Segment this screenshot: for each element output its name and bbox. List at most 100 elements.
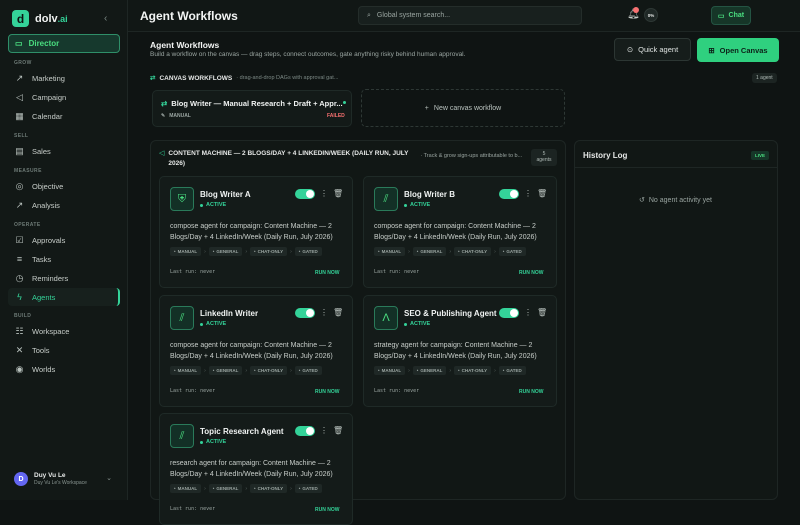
- tag: • GATED: [498, 366, 526, 375]
- agent-name: SEO & Publishing Agent: [404, 309, 497, 318]
- open-canvas-button[interactable]: ⊞ Open Canvas: [697, 38, 779, 62]
- sidebar-item-agents[interactable]: ϟ Agents: [8, 288, 120, 306]
- sidebar-item-workspace[interactable]: ☷ Workspace: [8, 322, 120, 340]
- last-run: Last run: never: [170, 388, 216, 394]
- sidebar-item-label: Tools: [32, 345, 50, 355]
- section-grow: GROW: [14, 60, 32, 66]
- trash-icon[interactable]: 🗑︎: [537, 308, 547, 317]
- active-toggle[interactable]: [499, 308, 519, 318]
- logo-tld: .ai: [57, 13, 68, 24]
- trash-icon[interactable]: 🗑︎: [537, 189, 547, 198]
- tag-icon: •: [212, 249, 215, 254]
- more-icon[interactable]: ⋮: [524, 308, 532, 317]
- tag: • MANUAL: [374, 366, 406, 375]
- sidebar-item-reminders[interactable]: ◷ Reminders: [8, 269, 120, 287]
- tag: • CHAT-ONLY: [250, 484, 288, 493]
- tag-label: GATED: [302, 486, 318, 491]
- logo-text: dolv.ai: [35, 13, 68, 25]
- open-canvas-label: Open Canvas: [719, 45, 768, 55]
- megaphone-icon: ◁: [16, 91, 23, 102]
- tag-row: • MANUAL › • GENERAL › • CHAT-ONLY › • GATED: [374, 366, 526, 375]
- run-now-button[interactable]: RUN NOW: [519, 389, 543, 395]
- status-dot: [200, 203, 203, 207]
- tag-label: MANUAL: [381, 368, 402, 373]
- active-toggle[interactable]: [295, 426, 315, 436]
- workflow-card[interactable]: ⇄ Blog Writer — Manual Research + Draft +…: [152, 90, 352, 127]
- tag-label: MANUAL: [177, 486, 198, 491]
- avatar: D: [14, 472, 28, 486]
- section-title: Agent Workflows: [150, 40, 220, 50]
- agent-card[interactable]: ⫽ Topic Research Agent ACTIVE ⋮ 🗑︎ research a…: [159, 413, 353, 525]
- trash-icon[interactable]: 🗑︎: [333, 308, 343, 317]
- users-icon: ☷: [15, 325, 24, 336]
- last-run: Last run: never: [170, 506, 216, 512]
- run-now-button[interactable]: RUN NOW: [519, 270, 543, 276]
- sidebar-item-calendar[interactable]: ▦ Calendar: [8, 107, 120, 125]
- sidebar-item-approvals[interactable]: ☑ Approvals: [8, 231, 120, 249]
- run-now-button[interactable]: RUN NOW: [315, 270, 339, 276]
- separator: ›: [204, 367, 206, 374]
- sidebar-item-label: Approvals: [32, 235, 66, 245]
- status-badge: ACTIVE: [200, 202, 226, 208]
- trash-icon[interactable]: 🗑︎: [333, 426, 343, 435]
- new-canvas-workflow-button[interactable]: + New canvas workflow: [361, 89, 565, 127]
- section-measure: MEASURE: [14, 168, 42, 174]
- agent-name: Blog Writer B: [404, 190, 455, 199]
- tag-icon: •: [458, 368, 460, 373]
- agent-name: Topic Research Agent: [200, 427, 284, 436]
- tag-label: MANUAL: [381, 249, 402, 254]
- tag-icon: •: [416, 368, 419, 373]
- tag: • MANUAL: [170, 247, 202, 256]
- run-now-button[interactable]: RUN NOW: [315, 389, 339, 395]
- search-placeholder: Global system search...: [376, 12, 451, 19]
- sidebar-item-objective[interactable]: ◎ Objective: [8, 177, 120, 195]
- active-toggle[interactable]: [295, 189, 315, 199]
- content-machine-panel: ◁ CONTENT MACHINE — 2 BLOGS/DAY + 4 LINK…: [150, 140, 566, 525]
- status-text: ACTIVE: [410, 202, 431, 208]
- agent-card[interactable]: ⫽ Blog Writer B ACTIVE ⋮ 🗑︎ compose agent for…: [363, 176, 557, 288]
- chevron-left-icon[interactable]: ‹: [104, 13, 107, 24]
- topbar: Agent Workflows ⌕ Global system search..…: [128, 0, 800, 32]
- clock-icon: ◷: [15, 272, 24, 283]
- target-icon: ◎: [15, 180, 24, 191]
- sidebar-item-marketing[interactable]: ↗ Marketing: [8, 69, 120, 87]
- separator: ›: [449, 367, 452, 374]
- search-input[interactable]: ⌕ Global system search...: [358, 6, 582, 25]
- tag-label: MANUAL: [177, 249, 198, 254]
- more-icon[interactable]: ⋮: [320, 308, 328, 317]
- quick-agent-button[interactable]: ⊙ Quick agent: [614, 38, 691, 61]
- more-icon[interactable]: ⋮: [320, 426, 328, 435]
- progress-indicator[interactable]: 0%: [644, 8, 658, 22]
- logo[interactable]: d dolv.ai: [12, 10, 68, 27]
- chat-button[interactable]: ▭ Chat: [711, 6, 751, 25]
- agent-card[interactable]: ⛨ Blog Writer A ACTIVE ⋮ 🗑︎ compose agent for…: [159, 176, 353, 288]
- chart-icon: ⫽: [374, 187, 398, 211]
- canvas-workflows-sub: · drag-and-drop DAGs with approval gat..…: [236, 75, 339, 81]
- sidebar-item-tasks[interactable]: ≡ Tasks: [8, 250, 120, 268]
- status-dot: [200, 440, 203, 444]
- status-text: ACTIVE: [206, 202, 227, 208]
- sidebar-item-label: Campaign: [32, 92, 67, 102]
- sidebar-item-worlds[interactable]: ◉ Worlds: [8, 360, 120, 378]
- active-toggle[interactable]: [295, 308, 315, 318]
- tag-label: GATED: [506, 249, 522, 254]
- sidebar-item-director[interactable]: ▭ Director: [8, 34, 120, 53]
- sidebar-item-sales[interactable]: ▤ Sales: [8, 142, 120, 160]
- sidebar-item-tools[interactable]: ✕ Tools: [8, 341, 120, 359]
- active-toggle[interactable]: [499, 189, 519, 199]
- chat-label: Chat: [728, 12, 745, 19]
- sidebar-item-analysis[interactable]: ↗ Analysis: [8, 196, 120, 214]
- run-now-button[interactable]: RUN NOW: [315, 507, 339, 513]
- more-icon[interactable]: ⋮: [524, 189, 532, 198]
- agent-card[interactable]: Λ SEO & Publishing Agent ACTIVE ⋮ 🗑︎ strategy…: [363, 295, 557, 407]
- trash-icon[interactable]: 🗑︎: [333, 189, 343, 198]
- agent-card[interactable]: ⫽ LinkedIn Writer ACTIVE ⋮ 🗑︎ compose agent f…: [159, 295, 353, 407]
- sidebar-item-campaign[interactable]: ◁ Campaign: [8, 88, 120, 106]
- tag-label: GENERAL: [216, 486, 239, 491]
- tag-icon: •: [174, 368, 176, 373]
- agent-description: compose agent for campaign: Content Mach…: [170, 223, 333, 241]
- tag: • CHAT-ONLY: [250, 247, 288, 256]
- user-menu[interactable]: D Duy Vu Le Duy Vu Le's Workspace ⌄: [8, 468, 120, 490]
- tag: • GENERAL: [412, 247, 447, 256]
- more-icon[interactable]: ⋮: [320, 189, 328, 198]
